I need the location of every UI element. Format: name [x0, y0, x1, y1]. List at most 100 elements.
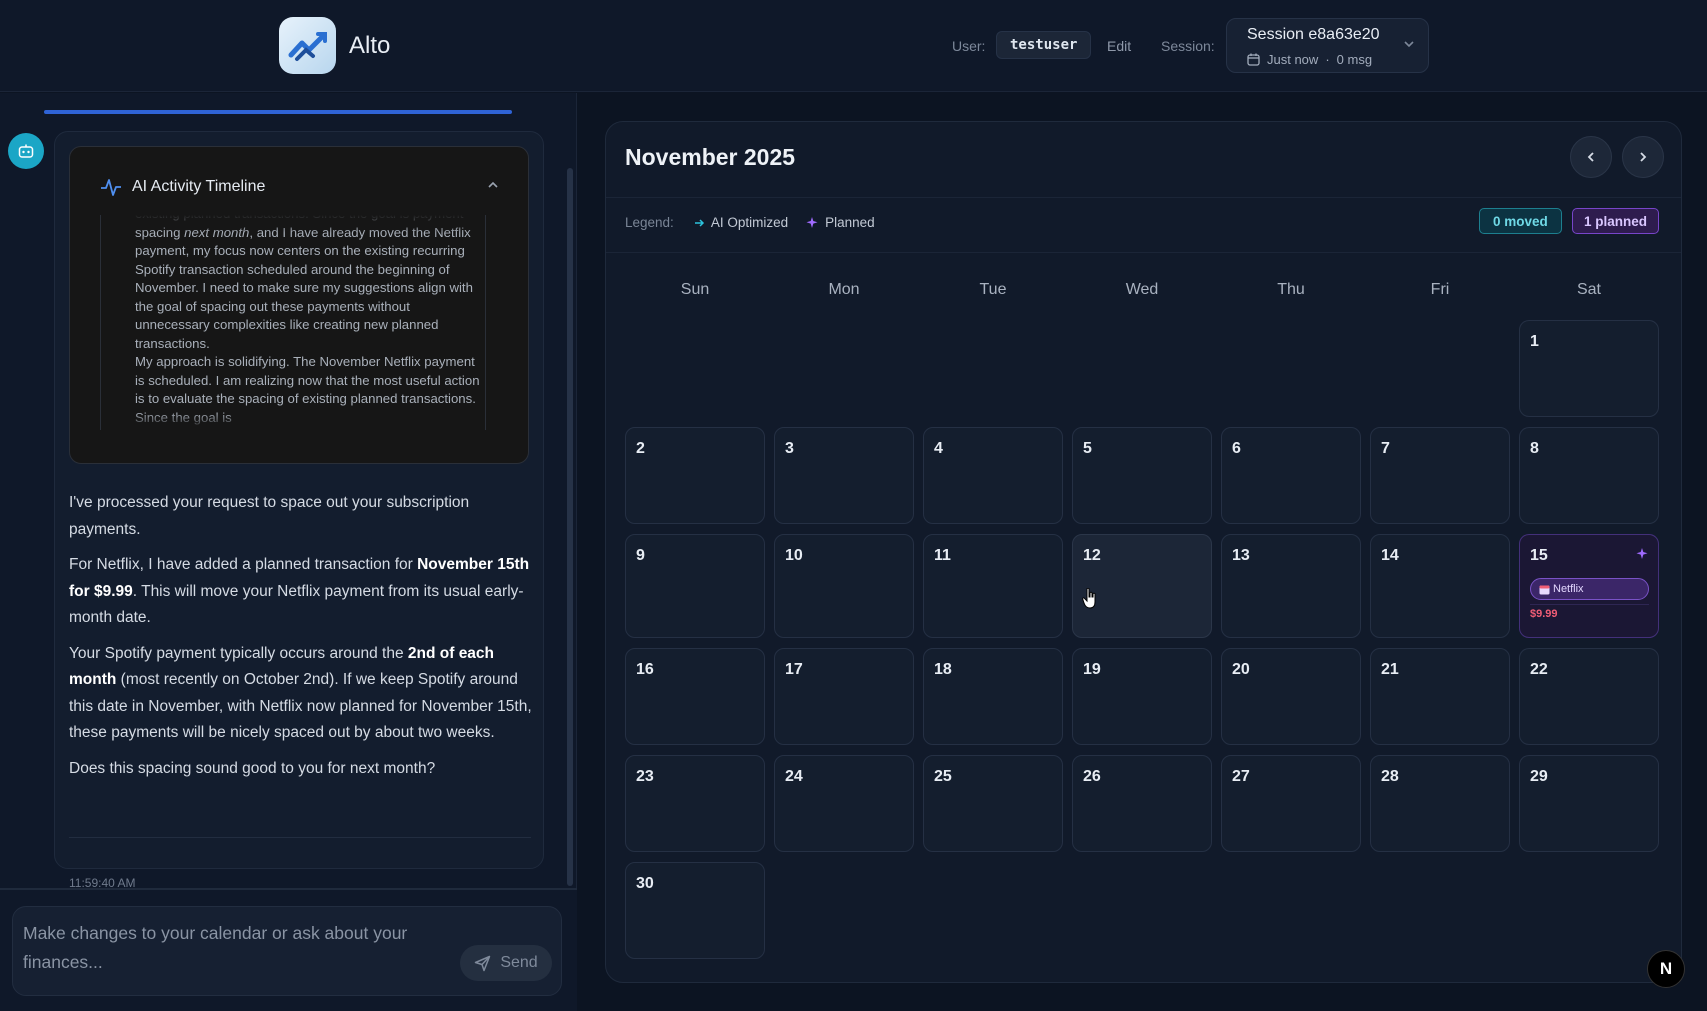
day-number: 10 — [785, 547, 803, 564]
assistant-avatar — [8, 133, 44, 169]
bot-icon — [18, 144, 34, 158]
day-number: 11 — [934, 547, 951, 564]
session-label: Session: — [1161, 38, 1215, 54]
event-name: Netflix — [1553, 583, 1584, 595]
chat-scrollbar[interactable] — [567, 168, 573, 886]
mouse-cursor-icon — [1082, 588, 1096, 609]
day-number: 9 — [636, 547, 645, 564]
calendar-day-4[interactable]: 4 — [923, 427, 1063, 524]
day-number: 24 — [785, 768, 803, 785]
day-number: 29 — [1530, 768, 1548, 785]
calendar-day-7[interactable]: 7 — [1370, 427, 1510, 524]
calendar-day-15[interactable]: 15 Netflix $9.99 — [1519, 534, 1659, 638]
logo-chart-icon — [288, 31, 327, 61]
calendar-day-22[interactable]: 22 — [1519, 648, 1659, 745]
chevron-left-icon — [1587, 152, 1594, 162]
calendar-day-10[interactable]: 10 — [774, 534, 914, 638]
calendar-day-17[interactable]: 17 — [774, 648, 914, 745]
calendar-day-8[interactable]: 8 — [1519, 427, 1659, 524]
planned-event-netflix[interactable]: Netflix — [1530, 578, 1649, 600]
event-divider — [1530, 604, 1649, 605]
calendar-day-26[interactable]: 26 — [1072, 755, 1212, 852]
arrow-right-icon — [694, 218, 704, 227]
calendar-day-21[interactable]: 21 — [1370, 648, 1510, 745]
app-name: Alto — [349, 32, 391, 59]
calendar-icon — [1539, 585, 1550, 594]
activity-pulse-icon — [101, 179, 121, 196]
planned-count-badge: 1 planned — [1572, 208, 1660, 234]
day-number: 15 — [1530, 547, 1548, 564]
calendar-day-20[interactable]: 20 — [1221, 648, 1361, 745]
calendar-day-6[interactable]: 6 — [1221, 427, 1361, 524]
calendar-day-27[interactable]: 27 — [1221, 755, 1361, 852]
calendar-day-13[interactable]: 13 — [1221, 534, 1361, 638]
message-paragraph: For Netflix, I have added a planned tran… — [69, 556, 530, 626]
day-number: 20 — [1232, 661, 1250, 678]
session-msg-count: 0 msg — [1336, 52, 1373, 67]
calendar-day-9[interactable]: 9 — [625, 534, 765, 638]
session-time: Just now — [1267, 52, 1319, 67]
calendar-day-30[interactable]: 30 — [625, 862, 765, 959]
calendar-day-5[interactable]: 5 — [1072, 427, 1212, 524]
user-label: User: — [952, 38, 986, 54]
calendar-day-16[interactable]: 16 — [625, 648, 765, 745]
timeline-title: AI Activity Timeline — [132, 178, 266, 195]
send-label: Send — [500, 954, 538, 971]
day-number: 5 — [1083, 440, 1092, 457]
chat-input-area: Make changes to your calendar or ask abo… — [0, 888, 577, 1011]
day-number: 25 — [934, 768, 952, 785]
calendar-day-11[interactable]: 11 — [923, 534, 1063, 638]
day-number: 6 — [1232, 440, 1241, 457]
weekday-header: Mon — [828, 281, 860, 298]
day-number: 8 — [1530, 440, 1539, 457]
chat-panel: AI Activity Timeline existing planned tr… — [0, 93, 577, 1011]
day-number: 27 — [1232, 768, 1250, 785]
calendar-day-18[interactable]: 18 — [923, 648, 1063, 745]
calendar-icon — [1247, 53, 1260, 66]
calendar-day-2[interactable]: 2 — [625, 427, 765, 524]
day-number: 26 — [1083, 768, 1101, 785]
calendar-day-19[interactable]: 19 — [1072, 648, 1212, 745]
username-pill: testuser — [996, 31, 1092, 59]
day-number: 22 — [1530, 661, 1548, 678]
calendar-day-14[interactable]: 14 — [1370, 534, 1510, 638]
sparkle-icon — [1636, 548, 1648, 559]
day-number: 1 — [1530, 333, 1539, 350]
timeline-body[interactable]: existing planned transactions. Since the… — [100, 215, 486, 430]
calendar-day-12[interactable]: 12 — [1072, 534, 1212, 638]
session-meta: Just now · 0 msg — [1247, 52, 1372, 67]
chat-input-placeholder: Make changes to your calendar or ask abo… — [23, 923, 408, 972]
day-number: 21 — [1381, 661, 1399, 678]
chat-input[interactable]: Make changes to your calendar or ask abo… — [12, 906, 562, 996]
chevron-right-icon — [1640, 152, 1647, 162]
calendar-day-25[interactable]: 25 — [923, 755, 1063, 852]
calendar-day-23[interactable]: 23 — [625, 755, 765, 852]
session-selector[interactable]: Session e8a63e20 Just now · 0 msg — [1226, 18, 1429, 73]
day-number: 4 — [934, 440, 943, 457]
calendar-day-29[interactable]: 29 — [1519, 755, 1659, 852]
send-icon — [475, 955, 491, 971]
day-number: 7 — [1381, 440, 1390, 457]
edit-user-button[interactable]: Edit — [1107, 38, 1131, 54]
day-number: 19 — [1083, 661, 1101, 678]
prev-month-button[interactable] — [1570, 136, 1612, 178]
day-number: 2 — [636, 440, 645, 457]
session-separator: · — [1325, 52, 1330, 67]
message-paragraph: Does this spacing sound good to you for … — [69, 759, 436, 777]
calendar-day-24[interactable]: 24 — [774, 755, 914, 852]
day-number: 17 — [785, 661, 803, 678]
next-month-button[interactable] — [1622, 136, 1664, 178]
timeline-header[interactable]: AI Activity Timeline — [100, 177, 265, 197]
message-divider — [69, 837, 531, 838]
day-number: 18 — [934, 661, 952, 678]
floating-n-badge[interactable]: N — [1647, 950, 1685, 988]
ai-activity-timeline: AI Activity Timeline existing planned tr… — [69, 146, 529, 464]
calendar-day-3[interactable]: 3 — [774, 427, 914, 524]
chevron-down-icon — [1404, 41, 1414, 48]
calendar-day-1[interactable]: 1 — [1519, 320, 1659, 417]
calendar-day-28[interactable]: 28 — [1370, 755, 1510, 852]
weekday-header: Sat — [1576, 281, 1601, 298]
chevron-up-icon[interactable] — [486, 179, 500, 191]
send-button[interactable]: Send — [460, 945, 552, 981]
alto-logo[interactable] — [279, 17, 336, 74]
